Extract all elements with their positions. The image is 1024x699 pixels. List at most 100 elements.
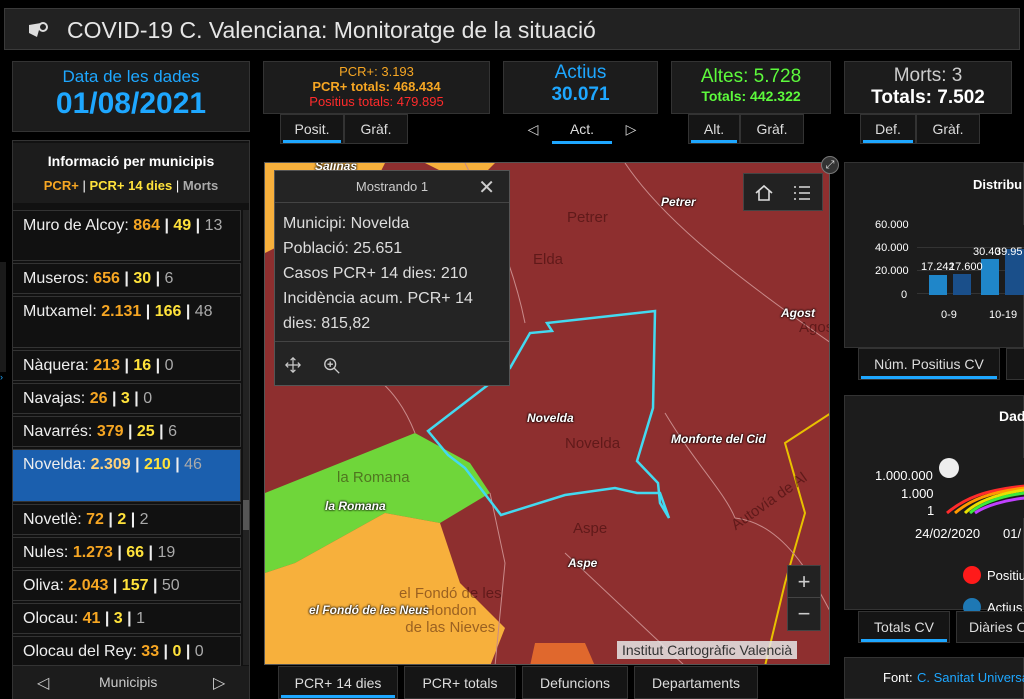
municipis-footer: ◁ Municipis ▷ [13,666,249,699]
municipi-morts: 48 [194,303,213,320]
actius-prev-button[interactable]: ◁ [516,114,550,144]
popup-close-icon[interactable]: ✕ [478,175,495,200]
altes-panel: Altes: 5.728 Totals: 442.322 [671,61,831,114]
municipi-pcr: 379 [96,423,124,440]
dist-xtick: 0-9 [941,309,957,321]
tab-departaments[interactable]: Departaments [634,666,758,699]
source-label: Font: [883,670,913,685]
municipi-row[interactable]: Nules: 1.273 | 66 | 19 [12,537,241,568]
municipi-morts: 0 [143,390,153,407]
municipi-row[interactable]: Olocau: 41 | 3 | 1 [12,603,241,634]
app-title: COVID-19 C. Valenciana: Monitoratge de l… [67,17,596,43]
municipi-row[interactable]: Museros: 656 | 30 | 6 [12,263,241,294]
dist-xtick: 10-19 [989,309,1018,321]
municipi-name: Muro de Alcoy: [23,217,129,234]
actius-next-button[interactable]: ▷ [614,114,648,144]
popup-incidencia-2: dies: 815,82 [283,315,371,332]
municipis-header: Informació per municipis PCR+ | PCR+ 14 … [13,143,249,203]
legend-pcr14: PCR+ 14 dies [89,178,173,193]
expand-icon[interactable]: ⤢ [821,156,839,174]
map-basemap-label: Elda [533,251,564,268]
municipi-pcr14: 166 [154,303,182,320]
dist-bar-label: 17.600 [949,261,983,273]
map-label: la Romana [325,499,386,513]
dades-title: Dad [999,408,1024,424]
municipi-row[interactable]: Mutxamel: 2.131 | 166 | 48 [12,296,241,348]
municipis-next-button[interactable]: ▷ [213,673,225,693]
altes-label: Altes: 5.728 [700,66,802,87]
municipi-row[interactable]: Navajas: 26 | 3 | 0 [12,383,241,414]
layer-list-icon[interactable] [792,183,812,203]
zoom-out-button[interactable]: − [788,598,820,630]
tab-totals-cv[interactable]: Totals CV [858,611,950,643]
map-label: Novelda [527,411,574,425]
municipis-scrollbar[interactable] [243,210,249,665]
tab-act[interactable]: Act. [550,114,614,144]
distribution-title: Distribu [973,177,1023,192]
municipi-name: Olocau del Rey: [23,643,137,660]
map-label: Monforte del Cid [671,432,766,446]
dades-xtick: 01/ [1003,526,1022,541]
zoom-to-icon[interactable] [323,357,341,375]
dades-ytick: 1.000 [901,486,934,501]
municipi-morts: 0 [194,643,204,660]
dades-xtick: 24/02/2020 [915,526,981,541]
municipi-pcr: 2.043 [68,577,109,594]
municipi-name: Olocau: [23,610,79,627]
tab-diaries[interactable]: Diàries C [956,611,1024,643]
municipi-name: Nàquera: [23,357,89,374]
municipi-row[interactable]: Olocau del Rey: 33 | 0 | 0 [12,636,241,666]
popup-body: Municipi: Novelda Població: 25.651 Casos… [275,203,509,344]
municipi-row[interactable]: Novelda: 2.309 | 210 | 46 [12,449,241,502]
map-basemap-label: Novelda [565,435,621,452]
tab-posit[interactable]: Posit. [280,114,344,144]
map-basemap-label: Petrer [567,209,608,226]
left-collapse-handle[interactable]: › [0,262,6,382]
municipi-row[interactable]: Navarrés: 379 | 25 | 6 [12,416,241,447]
legend-morts: Morts [182,178,219,193]
municipi-row[interactable]: Oliva: 2.043 | 157 | 50 [12,570,241,601]
tab-pcr-totals[interactable]: PCR+ totals [404,666,516,699]
home-icon[interactable] [754,183,774,203]
map-basemap-label: Aspe [573,520,608,537]
municipi-pcr: 72 [86,511,104,528]
pcr-panel: PCR+: 3.193 PCR+ totals: 468.434 Positiu… [263,61,490,114]
tab-pcr14[interactable]: PCR+ 14 dies [278,666,398,699]
map-label: Agost [781,306,815,320]
municipi-row[interactable]: Novetlè: 72 | 2 | 2 [12,504,241,535]
distribution-panel: Distribu 60.000 40.000 20.000 0 17.242 1… [844,162,1024,348]
dades-ytick: 1.000.000 [875,468,933,483]
popup-casos: Casos PCR+ 14 dies: 210 [283,265,468,282]
tab-graf-pcr[interactable]: Gràf. [344,114,408,144]
source-link[interactable]: C. Sanitat Universa [917,670,1024,685]
actius-label: Actius [554,62,607,83]
municipi-pcr14: 3 [120,390,130,407]
tab-defuncions[interactable]: Defuncions [522,666,628,699]
municipi-row[interactable]: Nàquera: 213 | 16 | 0 [12,350,241,381]
map-popup: Mostrando 1 ✕ Municipi: Novelda Població… [274,170,510,386]
municipi-morts: 50 [161,577,180,594]
date-panel: Data de les dades 01/08/2021 [12,61,250,132]
dades-panel: Dad 1.000.000 1.000 1 24/02/2020 01/ Pos… [844,395,1024,616]
municipi-pcr: 2.131 [101,303,142,320]
tab-def[interactable]: Def. [860,114,916,144]
municipi-pcr: 1.273 [72,544,113,561]
municipi-pcr: 656 [93,270,120,287]
pan-icon[interactable] [285,357,301,373]
municipi-morts: 13 [204,217,223,234]
zoom-in-button[interactable]: + [788,566,820,598]
municipis-prev-button[interactable]: ◁ [37,673,49,693]
tab-num-positius[interactable]: Núm. Positius CV [858,348,1000,380]
dades-slider-handle[interactable] [939,458,959,478]
tab-graf-morts[interactable]: Gràf. [916,114,980,144]
municipi-name: Navarrés: [23,423,93,440]
municipi-pcr: 864 [133,217,160,234]
tab-more[interactable] [1006,348,1024,380]
map-label: Petrer [661,195,696,209]
municipi-pcr: 26 [89,390,108,407]
tab-alt[interactable]: Alt. [688,114,740,144]
tab-graf-altes[interactable]: Gràf. [740,114,804,144]
dist-bar-label: 39.95 [995,246,1023,258]
municipi-row[interactable]: Muro de Alcoy: 864 | 49 | 13 [12,210,241,261]
municipi-morts: 0 [164,357,174,374]
